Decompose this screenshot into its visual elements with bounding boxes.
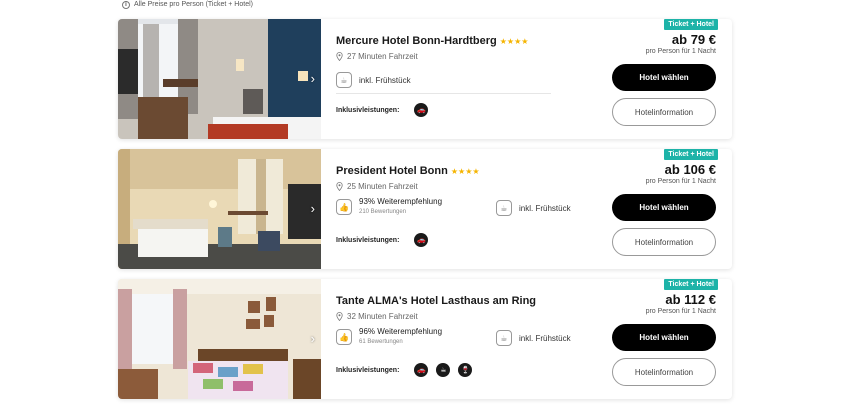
price: ab 112 € [665, 292, 716, 307]
review-count: 61 Bewertungen [359, 339, 403, 345]
select-hotel-button[interactable]: Hotel wählen [612, 194, 716, 221]
price: ab 79 € [671, 32, 716, 47]
breakfast-label: inkl. Frühstück [519, 203, 571, 213]
breakfast-icon: ☕ [496, 330, 512, 346]
inclusive-services: Inklusivleistungen: 🚗 [336, 233, 429, 247]
hotel-name-text[interactable]: President Hotel Bonn [336, 165, 448, 177]
hotel-name[interactable]: President Hotel Bonn ★★★★ [336, 165, 480, 177]
price: ab 106 € [664, 162, 716, 177]
breakfast-icon: ☕ [496, 200, 512, 216]
breakfast-feature: ☕ inkl. Frühstück [496, 330, 571, 346]
thumbs-up-icon: 👍 [336, 329, 352, 345]
inclusive-label: Inklusivleistungen: [336, 236, 400, 244]
info-icon: i [122, 0, 130, 9]
price-notice-text: Alle Preise pro Person (Ticket + Hotel) [134, 1, 253, 8]
price-unit: pro Person für 1 Nacht [645, 178, 716, 185]
location-pin-icon [336, 312, 343, 321]
breakfast-feature: ☕ inkl. Frühstück [336, 72, 411, 88]
inclusive-label: Inklusivleistungen: [336, 106, 400, 114]
car-icon[interactable]: 🚗 [414, 363, 429, 377]
travel-time: 27 Minuten Fahrzeit [336, 52, 418, 61]
ticket-hotel-badge: Ticket + Hotel [664, 19, 718, 30]
inclusive-services: Inklusivleistungen: 🚗 [336, 103, 429, 117]
inclusive-services: Inklusivleistungen: 🚗 ☕ 🍷 [336, 363, 473, 377]
hotel-photo[interactable]: › [118, 279, 321, 399]
hotel-name[interactable]: Tante ALMA's Hotel Lasthaus am Ring [336, 295, 536, 307]
travel-time-text: 25 Minuten Fahrzeit [347, 182, 418, 191]
breakfast-icon: ☕ [336, 72, 352, 88]
travel-time: 25 Minuten Fahrzeit [336, 182, 418, 191]
recommendation-rate: 93% Weiterempfehlung [359, 197, 443, 206]
ticket-hotel-badge: Ticket + Hotel [664, 149, 718, 160]
price-unit: pro Person für 1 Nacht [645, 308, 716, 315]
recommendation-feature: 👍 93% Weiterempfehlung 210 Bewertungen [336, 197, 442, 217]
wine-glass-icon[interactable]: 🍷 [458, 363, 473, 377]
recommendation-feature: 👍 96% Weiterempfehlung 61 Bewertungen [336, 327, 442, 347]
travel-time-text: 32 Minuten Fahrzeit [347, 312, 418, 321]
inclusive-label: Inklusivleistungen: [336, 366, 400, 374]
hotel-room-image [118, 149, 321, 269]
next-image-icon[interactable]: › [311, 201, 315, 216]
hotel-card: › Tante ALMA's Hotel Lasthaus am Ring 32… [118, 279, 732, 399]
hotel-name-text[interactable]: Tante ALMA's Hotel Lasthaus am Ring [336, 295, 536, 307]
price-notice: i Alle Preise pro Person (Ticket + Hotel… [122, 0, 253, 9]
hotel-photo[interactable]: › [118, 19, 321, 139]
travel-time-text: 27 Minuten Fahrzeit [347, 52, 418, 61]
hotel-room-image [118, 19, 321, 139]
select-hotel-button[interactable]: Hotel wählen [612, 324, 716, 351]
hotel-info-button[interactable]: Hotelinformation [612, 358, 716, 386]
hotel-card: › Mercure Hotel Bonn-Hardtberg ★★★★ 27 Mi… [118, 19, 732, 139]
thumbs-up-icon: 👍 [336, 199, 352, 215]
star-rating: ★★★★ [450, 167, 480, 176]
breakfast-feature: ☕ inkl. Frühstück [496, 200, 571, 216]
hotel-card: › President Hotel Bonn ★★★★ 25 Minuten Fa… [118, 149, 732, 269]
hotel-room-image [118, 279, 321, 399]
divider [336, 93, 551, 94]
next-image-icon[interactable]: › [311, 71, 315, 86]
next-image-icon[interactable]: › [311, 331, 315, 346]
travel-time: 32 Minuten Fahrzeit [336, 312, 418, 321]
breakfast-label: inkl. Frühstück [359, 75, 411, 85]
hotel-photo[interactable]: › [118, 149, 321, 269]
price-unit: pro Person für 1 Nacht [645, 48, 716, 55]
review-count: 210 Bewertungen [359, 209, 407, 215]
ticket-hotel-badge: Ticket + Hotel [664, 279, 718, 290]
car-icon[interactable]: 🚗 [414, 233, 429, 247]
coffee-machine-icon[interactable]: ☕ [436, 363, 451, 377]
hotel-name-text[interactable]: Mercure Hotel Bonn-Hardtberg [336, 35, 497, 47]
select-hotel-button[interactable]: Hotel wählen [612, 64, 716, 91]
recommendation-rate: 96% Weiterempfehlung [359, 327, 443, 336]
car-icon[interactable]: 🚗 [414, 103, 429, 117]
hotel-info-button[interactable]: Hotelinformation [612, 98, 716, 126]
breakfast-label: inkl. Frühstück [519, 333, 571, 343]
location-pin-icon [336, 52, 343, 61]
hotel-info-button[interactable]: Hotelinformation [612, 228, 716, 256]
location-pin-icon [336, 182, 343, 191]
hotel-name[interactable]: Mercure Hotel Bonn-Hardtberg ★★★★ [336, 35, 528, 47]
star-rating: ★★★★ [499, 37, 529, 46]
